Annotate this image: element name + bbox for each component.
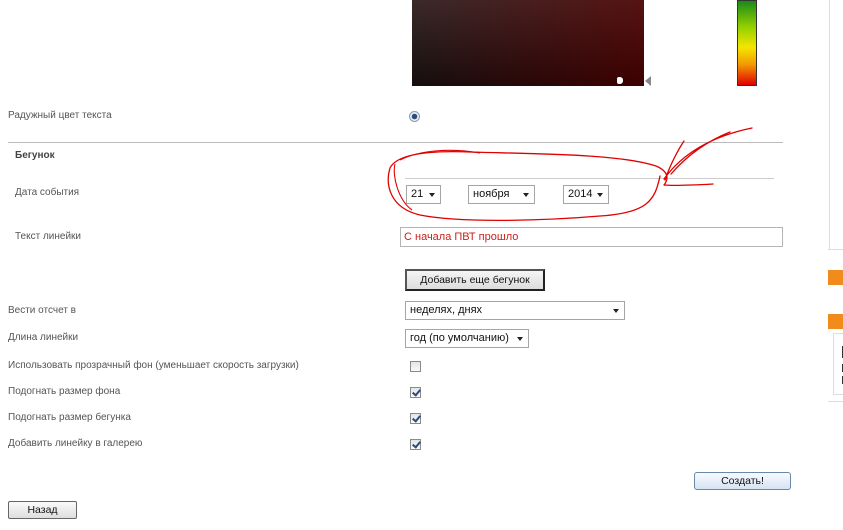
red-annotation-circle xyxy=(387,127,753,222)
